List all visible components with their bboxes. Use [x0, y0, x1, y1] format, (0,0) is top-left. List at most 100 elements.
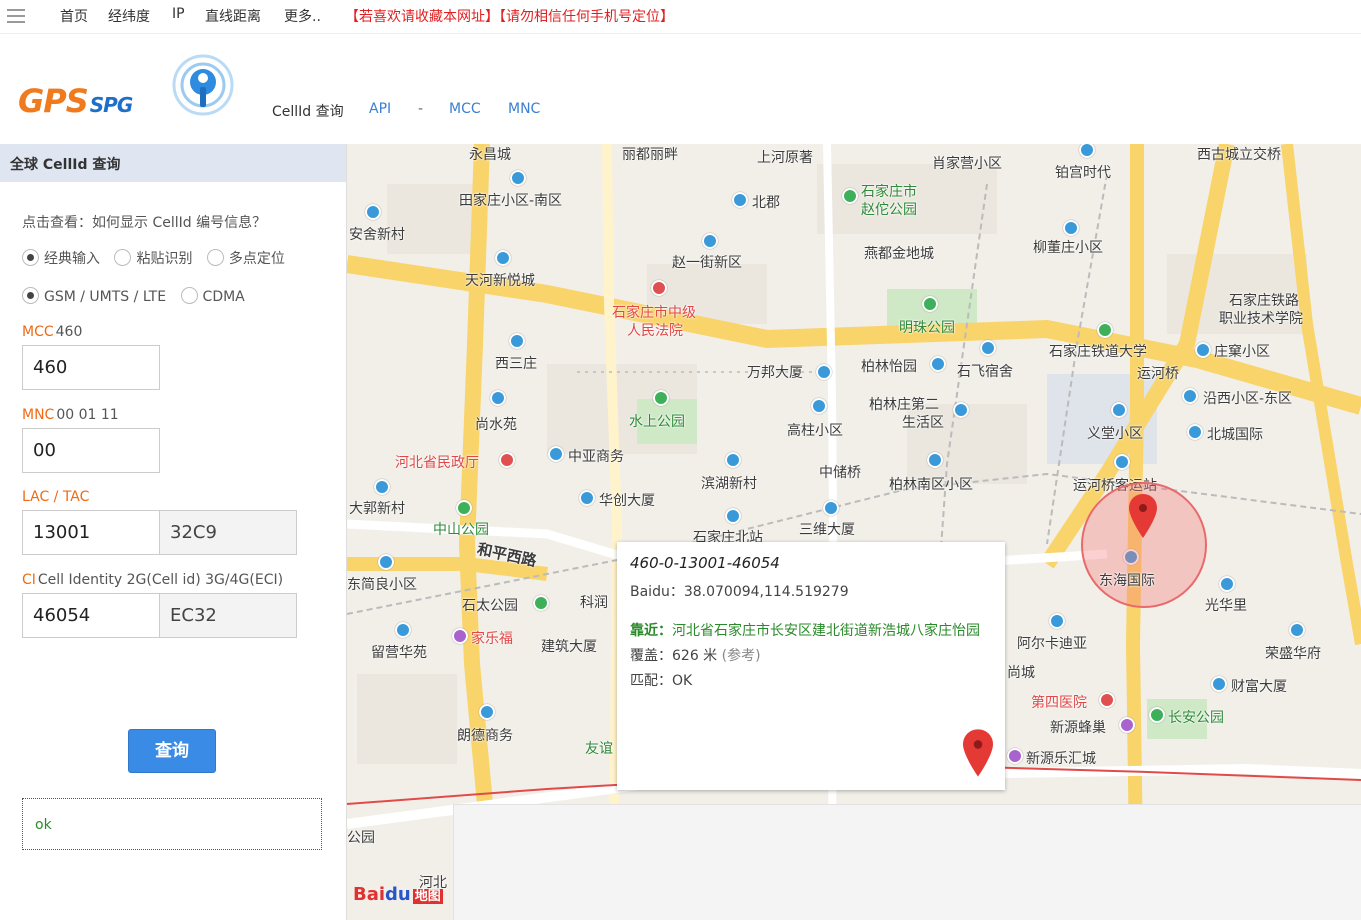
poi-icon[interactable]: [579, 490, 595, 506]
poi-icon[interactable]: [927, 452, 943, 468]
radio-gsm[interactable]: GSM / UMTS / LTE: [22, 287, 166, 305]
shop-icon[interactable]: [1007, 748, 1023, 764]
poi-icon[interactable]: [725, 452, 741, 468]
map-label: 朗德商务: [457, 728, 513, 744]
radio-classic[interactable]: 经典输入: [22, 248, 100, 268]
court-icon[interactable]: [651, 280, 667, 296]
site-logo[interactable]: GPS SPG: [18, 82, 133, 120]
help-link[interactable]: 点击查看：如何显示 CellId 编号信息？: [22, 212, 266, 232]
map-label: 肖家营小区: [932, 156, 1002, 172]
map-label: 赵一街新区: [672, 255, 742, 271]
map-label: 明珠公园: [899, 320, 955, 336]
poi-icon[interactable]: [702, 233, 718, 249]
info-window: 460-0-13001-46054 Baidu：38.070094,114.51…: [617, 542, 1005, 790]
ci-input[interactable]: 46054: [22, 593, 160, 638]
map-view[interactable]: 安舍新村 永昌城 丽都丽畔 上河原著 肖家营小区 西古城立交桥 铂宫时代 田家庄…: [347, 144, 1361, 920]
station-icon[interactable]: [725, 508, 741, 524]
park-icon[interactable]: [1149, 707, 1165, 723]
map-label: 中储桥: [819, 465, 861, 481]
poi-icon[interactable]: [510, 170, 526, 186]
map-label: 人民法院: [627, 323, 683, 339]
poi-icon[interactable]: [479, 704, 495, 720]
map-label: 东海国际: [1099, 573, 1155, 589]
poi-icon[interactable]: [378, 554, 394, 570]
park-icon[interactable]: [922, 296, 938, 312]
poi-icon[interactable]: [1111, 402, 1127, 418]
shop-icon[interactable]: [452, 628, 468, 644]
poi-icon[interactable]: [816, 364, 832, 380]
radio-paste[interactable]: 粘贴识别: [114, 248, 192, 268]
mcc-input[interactable]: 460: [22, 345, 160, 390]
nav-ip[interactable]: IP: [172, 6, 185, 22]
poi-icon[interactable]: [490, 390, 506, 406]
map-label: 义堂小区: [1087, 426, 1143, 442]
park-icon[interactable]: [533, 595, 549, 611]
map-label: 科润: [580, 595, 608, 611]
poi-icon[interactable]: [509, 333, 525, 349]
map-label: 铂宫时代: [1055, 165, 1111, 181]
input-mode-group: 经典输入 粘贴识别 多点定位: [22, 248, 295, 268]
location-marker-icon[interactable]: [1129, 494, 1157, 538]
mnc-link[interactable]: MNC: [508, 101, 540, 117]
poi-icon[interactable]: [1211, 676, 1227, 692]
cellid-query-link[interactable]: CellId 查询: [272, 101, 344, 121]
nav-home[interactable]: 首页: [60, 6, 88, 26]
map-label: 石家庄市: [861, 184, 917, 200]
park-icon[interactable]: [842, 188, 858, 204]
top-nav: 首页 经纬度 IP 直线距离 更多.. 【若喜欢请收藏本网址】【请勿相信任何手机…: [0, 0, 1361, 34]
poi-icon[interactable]: [823, 500, 839, 516]
radio-multi[interactable]: 多点定位: [206, 248, 285, 268]
park-icon[interactable]: [456, 500, 472, 516]
map-label: 永昌城: [469, 147, 511, 163]
bus-station-icon[interactable]: [1114, 454, 1130, 470]
shop-icon[interactable]: [1119, 717, 1135, 733]
map-label: 水上公园: [629, 414, 685, 430]
info-marker-icon: [963, 729, 993, 777]
map-label: 万邦大厦: [747, 365, 803, 381]
query-button[interactable]: 查询: [128, 729, 216, 773]
park-icon[interactable]: [653, 390, 669, 406]
nav-more[interactable]: 更多..: [284, 6, 321, 26]
radio-cdma[interactable]: CDMA: [180, 287, 245, 305]
map-label: 柏林南区小区: [889, 477, 973, 493]
school-icon[interactable]: [1097, 322, 1113, 338]
baidu-map-logo[interactable]: Baidu 地图: [353, 884, 443, 905]
map-label: 燕都金地城: [864, 246, 934, 262]
poi-icon[interactable]: [980, 340, 996, 356]
poi-icon[interactable]: [1182, 388, 1198, 404]
poi-icon[interactable]: [1049, 613, 1065, 629]
poi-icon[interactable]: [495, 250, 511, 266]
poi-icon[interactable]: [374, 479, 390, 495]
map-label: 阿尔卡迪亚: [1017, 636, 1087, 652]
nav-latlng[interactable]: 经纬度: [108, 6, 150, 26]
mnc-input[interactable]: 00: [22, 428, 160, 473]
poi-icon[interactable]: [365, 204, 381, 220]
signal-icon: [172, 54, 234, 116]
poi-icon[interactable]: [1063, 220, 1079, 236]
poi-icon[interactable]: [548, 446, 564, 462]
panel-title: 全球 CellId 查询: [0, 144, 346, 182]
lac-label: LAC / TAC: [22, 489, 90, 505]
map-label: 沿西小区-东区: [1203, 391, 1293, 407]
poi-icon[interactable]: [953, 402, 969, 418]
poi-icon[interactable]: [1219, 576, 1235, 592]
poi-icon[interactable]: [930, 356, 946, 372]
menu-icon[interactable]: [7, 9, 25, 23]
poi-icon[interactable]: [732, 192, 748, 208]
poi-icon[interactable]: [395, 622, 411, 638]
coverage-text: 覆盖：626 米 (参考): [630, 648, 761, 664]
nav-distance[interactable]: 直线距离: [205, 6, 261, 26]
poi-icon[interactable]: [811, 398, 827, 414]
map-label: 中亚商务: [568, 449, 624, 465]
map-label: 公园: [347, 830, 375, 846]
map-label: 石飞宿舍: [957, 364, 1013, 380]
hospital-icon[interactable]: [1099, 692, 1115, 708]
map-label: 尚水苑: [475, 417, 517, 433]
poi-icon[interactable]: [1195, 342, 1211, 358]
mcc-link[interactable]: MCC: [449, 101, 481, 117]
poi-icon[interactable]: [1289, 622, 1305, 638]
lac-input[interactable]: 13001: [22, 510, 160, 555]
api-link[interactable]: API: [369, 101, 391, 117]
gov-icon[interactable]: [499, 452, 515, 468]
poi-icon[interactable]: [1187, 424, 1203, 440]
